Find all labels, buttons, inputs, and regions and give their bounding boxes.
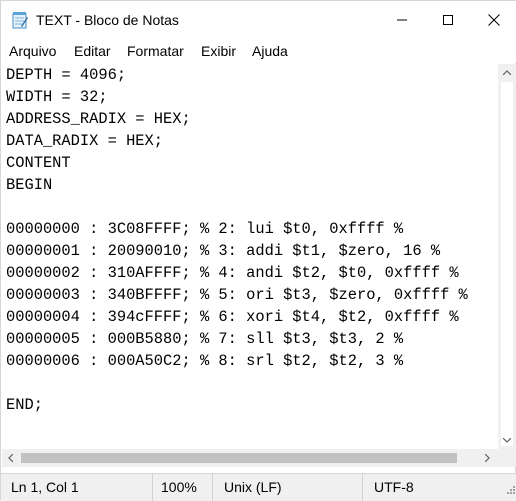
cursor-position: Ln 1, Col 1: [11, 479, 79, 495]
vertical-scroll-track[interactable]: [501, 82, 513, 446]
minimize-button[interactable]: [379, 1, 425, 39]
editor-content[interactable]: DEPTH = 4096; WIDTH = 32; ADDRESS_RADIX …: [2, 64, 498, 416]
scroll-right-button[interactable]: [479, 449, 496, 467]
title-bar[interactable]: TEXT - Bloco de Notas: [1, 1, 516, 39]
chevron-down-icon: [503, 438, 511, 443]
menu-exibir[interactable]: Exibir: [201, 43, 236, 59]
resize-grip-icon[interactable]: [505, 481, 515, 499]
menu-bar: Arquivo Editar Formatar Exibir Ajuda: [1, 39, 516, 63]
maximize-button[interactable]: [425, 1, 471, 39]
scroll-up-button[interactable]: [498, 64, 516, 81]
horizontal-scroll-thumb[interactable]: [21, 453, 457, 463]
close-icon: [488, 14, 500, 26]
encoding: UTF-8: [374, 479, 414, 495]
scroll-left-button[interactable]: [2, 449, 19, 467]
menu-editar[interactable]: Editar: [74, 43, 111, 59]
window-title: TEXT - Bloco de Notas: [36, 12, 179, 28]
chevron-right-icon: [485, 454, 490, 462]
scroll-down-button[interactable]: [498, 432, 516, 449]
vertical-scrollbar[interactable]: [498, 64, 516, 449]
menu-arquivo[interactable]: Arquivo: [9, 43, 56, 59]
menu-formatar[interactable]: Formatar: [127, 43, 184, 59]
zoom-level: 100%: [161, 479, 197, 495]
line-ending: Unix (LF): [224, 479, 282, 495]
text-editor[interactable]: DEPTH = 4096; WIDTH = 32; ADDRESS_RADIX …: [2, 64, 498, 449]
close-button[interactable]: [471, 1, 516, 39]
notepad-window: TEXT - Bloco de Notas Arquivo Editar For…: [0, 0, 516, 501]
status-divider: [212, 474, 213, 501]
chevron-left-icon: [8, 454, 13, 462]
maximize-icon: [443, 15, 453, 25]
notepad-icon: [11, 11, 29, 29]
status-divider: [152, 474, 153, 501]
chevron-up-icon: [503, 70, 511, 75]
status-divider: [362, 474, 363, 501]
status-bar: Ln 1, Col 1 100% Unix (LF) UTF-8: [1, 473, 516, 501]
scrollbar-corner: [498, 449, 516, 467]
menu-ajuda[interactable]: Ajuda: [252, 43, 288, 59]
horizontal-scrollbar[interactable]: [2, 449, 498, 467]
minimize-icon: [397, 19, 407, 21]
